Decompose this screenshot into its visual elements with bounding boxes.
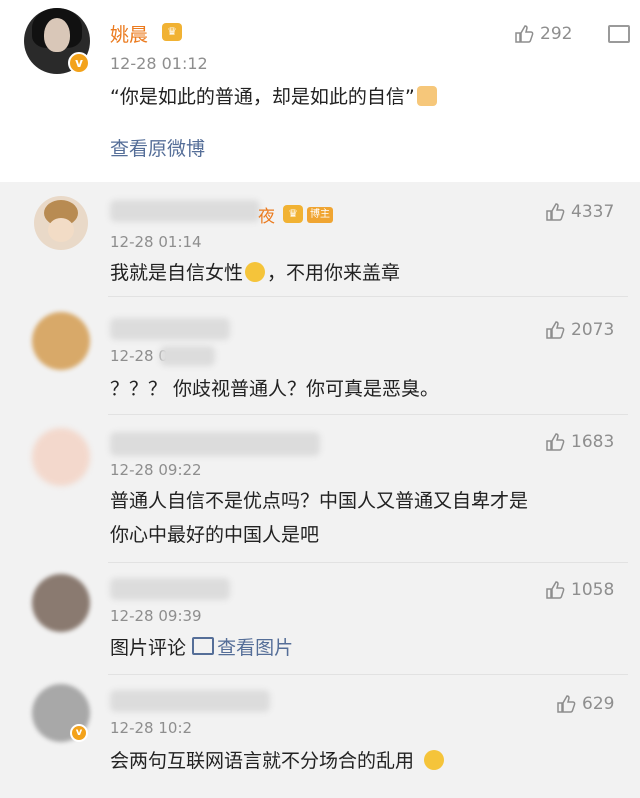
blurred-username [110,432,320,456]
comment-time: 12-28 10:2 [110,719,193,737]
comment-text-line-1: 普通人自信不是优点吗？中国人又普通又自卑才是 [110,490,529,512]
like-count: 1058 [571,580,615,600]
post-like-count: 292 [540,24,573,44]
post-text: “你是如此的普通，却是如此的自信” [110,82,439,112]
comment-text: 图片评论 查看图片 [110,637,294,659]
like-count: 629 [582,694,615,714]
grin-emoji-icon [245,262,266,282]
comment-like-button[interactable]: 629 [556,694,614,714]
thumbs-up-icon [546,433,565,451]
post-like-button[interactable]: 292 [514,24,572,44]
divider [108,562,628,563]
comment-like-button[interactable]: 1058 [545,580,614,600]
thumbs-up-emoji-icon [416,86,437,106]
commenter-avatar[interactable] [34,196,88,250]
comment-time: 12-28 09:22 [110,461,202,479]
comment-like-button[interactable]: 2073 [545,320,614,340]
divider [108,414,628,415]
like-count: 2073 [571,320,615,340]
comment-text: 我就是自信女性 ，不用你来盖章 [110,262,401,284]
commenter-avatar[interactable] [32,574,90,632]
confused-emoji-icon [424,750,445,770]
like-count: 1683 [571,432,615,452]
blurred-time [160,346,215,366]
comment-text: 会两句互联网语言就不分场合的乱用 [110,746,446,776]
post-time: 12-28 01:12 [110,54,208,73]
blurred-username [110,690,270,712]
thumbs-up-icon [546,203,565,221]
comment-text-line-2: 你心中最好的中国人是吧 [110,524,320,546]
crown-icon: ♛ [283,205,303,223]
thumbs-up-icon [546,581,565,599]
blurred-username [110,200,260,222]
comment-time: 12-28 09:39 [110,607,202,625]
comment-like-button[interactable]: 1683 [545,432,614,452]
comment-like-button[interactable]: 4337 [545,202,614,222]
blurred-username [110,318,230,340]
thumbs-up-icon [546,321,565,339]
comment-icon[interactable] [608,25,630,43]
verified-badge-icon: v [68,52,90,74]
blurred-username [110,578,230,600]
comment-time: 12-28 01:14 [110,233,202,251]
author-name[interactable]: 姚晨 [110,20,148,47]
commenter-name[interactable]: 夜 [258,202,275,227]
thumbs-up-icon [557,695,576,713]
author-tag: 博主 [307,207,333,223]
view-original-link[interactable]: 查看原微博 [110,134,205,161]
original-post: v 姚晨 ♛ 12-28 01:12 292 “你是如此的普通，却是如此的自信”… [0,0,640,182]
like-count: 4337 [571,202,615,222]
comment-text: ？？？ 你歧视普通人？你可真是恶臭。 [110,378,440,400]
divider [108,296,628,297]
commenter-avatar[interactable] [32,312,90,370]
image-icon [192,637,215,655]
commenter-avatar[interactable] [32,428,90,486]
view-image-link[interactable]: 查看图片 [192,637,293,659]
crown-icon: ♛ [162,23,182,41]
verified-badge-icon: v [70,724,88,742]
thumbs-up-icon [515,25,534,43]
divider [108,674,628,675]
